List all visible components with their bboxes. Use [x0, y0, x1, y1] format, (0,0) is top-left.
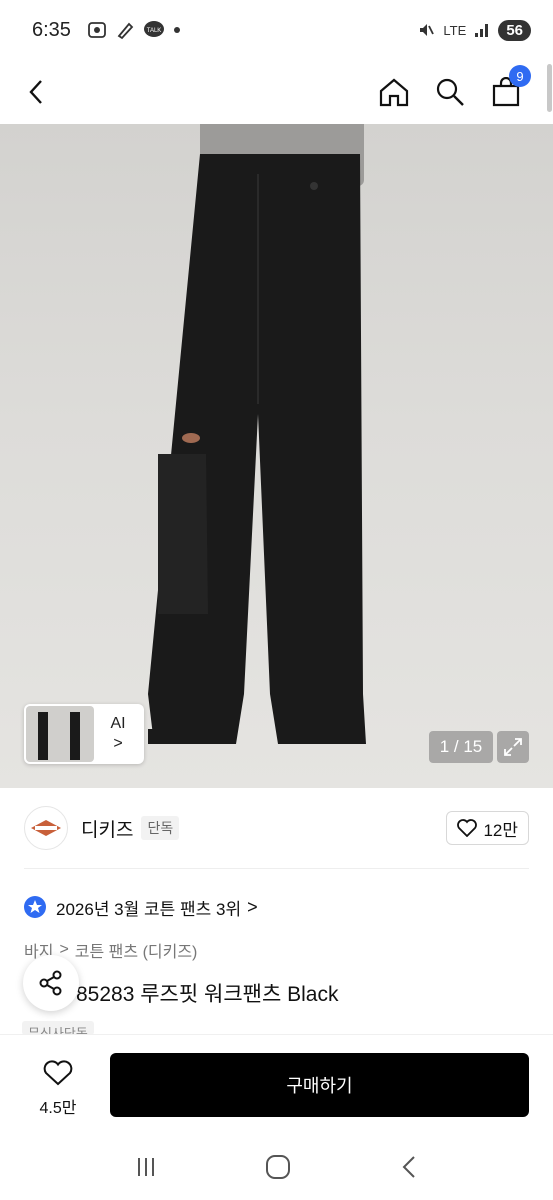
talk-icon: TALK — [143, 21, 164, 37]
pen-icon — [117, 22, 134, 40]
status-time: 6:35 — [32, 18, 71, 41]
wishlist-button[interactable]: 4.5만 — [30, 1059, 86, 1118]
wishlist-count: 4.5만 — [39, 1099, 77, 1117]
expand-button[interactable] — [497, 731, 529, 763]
brand-name[interactable]: 디키즈 — [81, 815, 133, 842]
brand-like-button[interactable]: 12만 — [446, 811, 529, 845]
back-nav-icon[interactable] — [399, 1154, 419, 1180]
thumbnail-strip[interactable]: AI > — [24, 704, 144, 764]
ranking-link[interactable]: 2026년 3월 코튼 팬츠 3위 > — [24, 890, 258, 924]
product-title-text: 85283 루즈핏 워크팬츠 Black — [76, 983, 339, 1006]
system-nav-bar — [0, 1134, 553, 1200]
search-button[interactable] — [433, 75, 467, 109]
ai-label: AI — [110, 715, 126, 732]
heart-icon — [43, 1059, 73, 1085]
ai-view-button[interactable]: AI > — [94, 714, 142, 754]
ranking-badge-icon — [24, 896, 46, 918]
bottom-action-bar: 4.5만 구매하기 — [0, 1034, 553, 1134]
divider — [24, 868, 529, 869]
status-bar: 6:35 TALK LTE 56 — [0, 0, 553, 60]
network-label: LTE — [443, 22, 467, 38]
mute-icon — [420, 24, 435, 36]
scrollbar[interactable] — [547, 64, 552, 112]
chevron-left-icon — [29, 80, 42, 104]
brand-like-count: 12만 — [483, 820, 518, 840]
home-circle-icon[interactable] — [265, 1154, 291, 1180]
signal-icon — [475, 24, 489, 37]
exclusive-tag: 단독 — [141, 816, 180, 840]
home-button[interactable] — [377, 75, 411, 109]
buy-button[interactable]: 구매하기 — [110, 1052, 529, 1117]
share-icon — [39, 970, 62, 996]
cart-count-badge: 9 — [509, 65, 531, 87]
product-photo — [148, 154, 366, 744]
home-icon — [379, 78, 409, 107]
breadcrumb-item[interactable]: 코튼 팬츠 (디키즈) — [75, 938, 198, 962]
heart-icon — [457, 819, 478, 837]
dot-icon — [173, 27, 180, 33]
musinsa-exclusive-tag: 무신사단독 — [22, 1021, 94, 1035]
screen-capture-icon — [88, 22, 106, 38]
back-button[interactable] — [28, 72, 52, 112]
recent-apps-icon[interactable] — [134, 1155, 158, 1179]
product-image-gallery[interactable]: AI > 1 / 15 — [0, 124, 553, 788]
cart-button[interactable]: 9 — [489, 65, 531, 109]
image-counter: 1 / 15 — [429, 731, 493, 763]
brand-row: 디키즈 단독 12만 — [0, 800, 553, 856]
battery-badge: 56 — [498, 19, 531, 41]
chevron-right-icon: > — [113, 735, 123, 752]
thumbnail-image[interactable] — [26, 706, 94, 762]
dickies-logo-icon — [31, 820, 61, 836]
expand-icon — [504, 738, 522, 756]
ranking-text: 2026년 3월 코튼 팬츠 3위 — [56, 899, 242, 919]
search-icon — [436, 78, 464, 106]
svg-text:TALK: TALK — [147, 28, 162, 34]
top-nav: 9 — [0, 60, 553, 124]
chevron-right-icon: > — [247, 896, 258, 917]
brand-logo[interactable] — [24, 806, 68, 850]
share-button[interactable] — [23, 955, 79, 1011]
